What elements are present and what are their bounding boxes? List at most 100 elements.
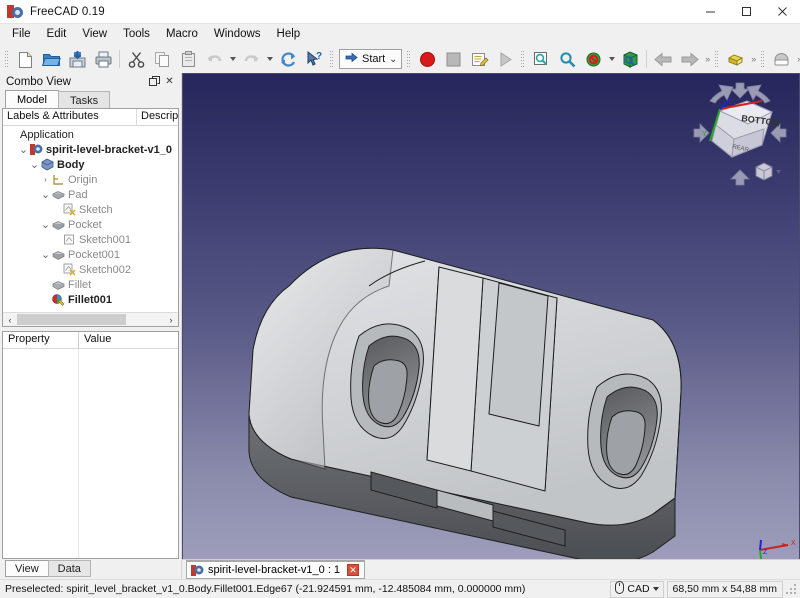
chevron-down-icon[interactable]: ⌄	[385, 54, 401, 65]
tree-item-body[interactable]: ⌄ Body	[3, 157, 178, 172]
tree-item-application[interactable]: Application	[3, 127, 178, 142]
structure-toolbar-overflow-icon[interactable]: »	[748, 54, 758, 64]
paste-icon[interactable]	[175, 47, 201, 71]
print-document-icon[interactable]	[90, 47, 116, 71]
tree-item-sketch002[interactable]: Sketch002	[3, 262, 178, 277]
expand-chevron-down-icon[interactable]: ⌄	[29, 159, 40, 170]
freecad-logo-icon	[7, 4, 23, 20]
macro-stop-icon[interactable]	[440, 47, 466, 71]
extra-toolbar-overflow-icon[interactable]: »	[794, 54, 800, 64]
tab-data[interactable]: Data	[47, 560, 91, 577]
copy-icon[interactable]	[149, 47, 175, 71]
tab-tasks[interactable]: Tasks	[57, 91, 111, 109]
tree-item-sketch[interactable]: Sketch	[3, 202, 178, 217]
toolbar-grip-macro[interactable]	[406, 49, 412, 69]
tree-item-origin[interactable]: › Origin	[3, 172, 178, 187]
create-part-icon[interactable]	[722, 47, 748, 71]
menu-windows[interactable]: Windows	[206, 25, 269, 44]
menu-macro[interactable]: Macro	[158, 25, 206, 44]
scroll-right-icon[interactable]: ›	[164, 315, 178, 325]
close-button[interactable]	[764, 0, 800, 24]
menu-file[interactable]: File	[4, 25, 39, 44]
toolbar-grip-extra[interactable]	[760, 49, 766, 69]
expand-chevron-down-icon[interactable]: ⌄	[40, 249, 51, 260]
tree-item-label: Origin	[68, 173, 98, 186]
whats-this-icon[interactable]: ?	[301, 47, 327, 71]
tree-item-spirit-level-bracket-v1-0[interactable]: ⌄ spirit-level-bracket-v1_0	[3, 142, 178, 157]
axis-label-z: Z	[763, 549, 768, 556]
toolbar-grip-part[interactable]	[714, 49, 720, 69]
save-document-icon[interactable]	[64, 47, 90, 71]
tree-item-fillet001[interactable]: Fillet001	[3, 292, 178, 307]
tree-item-pocket[interactable]: ⌄ Pocket	[3, 217, 178, 232]
tree-item-sketch001[interactable]: Sketch001	[3, 232, 178, 247]
toolbar-grip-workbench[interactable]	[329, 49, 335, 69]
fillet-active-icon	[51, 293, 66, 306]
menu-help[interactable]: Help	[269, 25, 309, 44]
scroll-thumb[interactable]	[17, 314, 126, 325]
document-tab[interactable]: spirit-level-bracket-v1_0 : 1 ✕	[186, 560, 366, 579]
create-group-icon[interactable]	[768, 47, 794, 71]
forward-arrow-icon[interactable]	[676, 47, 702, 71]
undo-dropdown-icon[interactable]	[227, 47, 238, 71]
undo-icon[interactable]	[201, 47, 227, 71]
property-header: Property Value	[3, 332, 178, 349]
nav-cube-menu-icon	[755, 162, 781, 181]
expand-chevron-down-icon[interactable]: ⌄	[40, 219, 51, 230]
navigation-style-selector[interactable]: CAD	[610, 580, 664, 598]
menu-view[interactable]: View	[74, 25, 115, 44]
open-document-icon[interactable]	[38, 47, 64, 71]
workbench-selector[interactable]: Start ⌄	[339, 49, 403, 69]
tree-header: Labels & Attributes Descrip	[3, 109, 178, 126]
toolbar-grip-file[interactable]	[4, 49, 10, 69]
chevron-down-icon[interactable]	[652, 587, 659, 591]
float-panel-icon[interactable]	[148, 75, 161, 88]
zoom-box-icon[interactable]	[554, 47, 580, 71]
svg-text:?: ?	[316, 51, 322, 62]
tree-horizontal-scrollbar[interactable]: ‹ ›	[3, 312, 178, 326]
document-tab-close-icon[interactable]: ✕	[347, 564, 360, 576]
tab-model[interactable]: Model	[5, 90, 59, 109]
cut-icon[interactable]	[123, 47, 149, 71]
macro-record-icon[interactable]	[414, 47, 440, 71]
view-toolbar-overflow-icon[interactable]: »	[702, 54, 712, 64]
macros-icon[interactable]	[466, 47, 492, 71]
tree-item-label: Pocket001	[68, 248, 120, 261]
view-area: BOTTOM REAR Y X Z spirit-level-bracket-v…	[182, 73, 800, 579]
expand-chevron-right-icon[interactable]: ›	[40, 175, 51, 184]
origin-icon	[51, 173, 66, 186]
redo-dropdown-icon[interactable]	[264, 47, 275, 71]
tree-item-fillet[interactable]: Fillet	[3, 277, 178, 292]
menu-tools[interactable]: Tools	[115, 25, 158, 44]
menu-edit[interactable]: Edit	[39, 25, 75, 44]
tree-item-label: Sketch	[79, 203, 113, 216]
execute-macro-icon[interactable]	[492, 47, 518, 71]
close-panel-icon[interactable]: ✕	[163, 75, 176, 88]
tree-item-pad[interactable]: ⌄ Pad	[3, 187, 178, 202]
pad-icon	[51, 188, 66, 201]
resize-grip[interactable]	[786, 582, 798, 596]
expand-chevron-down-icon[interactable]: ⌄	[18, 144, 29, 155]
tab-view[interactable]: View	[5, 560, 49, 577]
maximize-button[interactable]	[728, 0, 764, 24]
tree-item-pocket001[interactable]: ⌄ Pocket001	[3, 247, 178, 262]
minimize-button[interactable]	[692, 0, 728, 24]
document-tab-bar: spirit-level-bracket-v1_0 : 1 ✕	[182, 559, 800, 579]
axonometric-view-icon[interactable]	[617, 47, 643, 71]
viewport-3d[interactable]: BOTTOM REAR Y X Z	[182, 73, 800, 559]
new-document-icon[interactable]	[12, 47, 38, 71]
property-header-property: Property	[3, 332, 79, 348]
scroll-left-icon[interactable]: ‹	[3, 315, 17, 325]
draw-style-icon[interactable]	[580, 47, 606, 71]
expand-chevron-down-icon[interactable]: ⌄	[40, 189, 51, 200]
toolbar-grip-view[interactable]	[520, 49, 526, 69]
refresh-icon[interactable]	[275, 47, 301, 71]
redo-icon[interactable]	[238, 47, 264, 71]
navigation-cube[interactable]: BOTTOM REAR Y	[690, 79, 790, 189]
scroll-track[interactable]	[17, 314, 164, 325]
fit-all-icon[interactable]	[528, 47, 554, 71]
tree-header-description: Descrip	[136, 109, 178, 125]
draw-style-dropdown-icon[interactable]	[606, 47, 617, 71]
sketch-icon	[62, 203, 77, 216]
back-arrow-icon[interactable]	[650, 47, 676, 71]
